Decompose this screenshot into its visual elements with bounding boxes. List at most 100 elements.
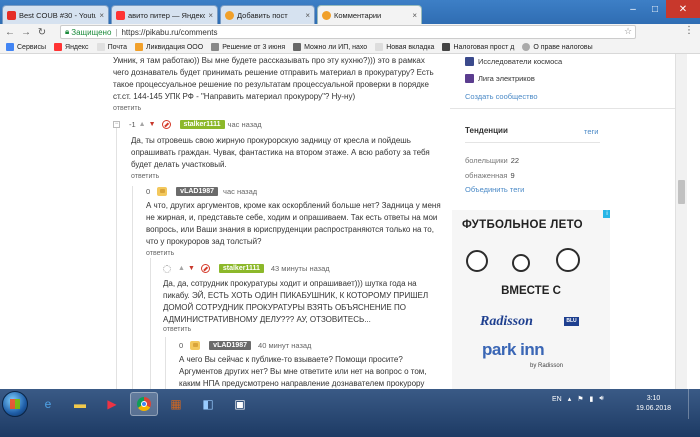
close-icon[interactable]: × [208,11,213,20]
media-icon[interactable]: ▶ [98,392,126,416]
bookmark-tax-rights[interactable]: О праве налоговы [522,43,593,51]
archive-icon[interactable]: ▦ [162,392,190,416]
reply-link[interactable]: ответить [113,105,141,112]
secure-label: Защищено [71,27,112,37]
bookmark-liquidation[interactable]: Ликвидация ООО [135,43,203,51]
create-community-link[interactable]: Создать сообщество [465,92,538,101]
ad-banner[interactable]: i ФУТБОЛЬНОЕ ЛЕТО ВМЕСТЕ С Radisson BLU … [452,210,610,389]
comment-time: час назад [223,187,258,196]
page-icon [211,43,220,51]
avatar [157,187,168,196]
bookmark-yandex[interactable]: Яндекс [54,43,89,51]
avatar [190,341,201,350]
comment-text: АДМИНИСТРАТИВНОМУ ДЕЛУ??? АУ, ОТЗОВИТЕСЬ… [163,315,371,324]
bookmark-label: Налоговая прост д [453,43,515,51]
close-icon[interactable]: × [99,11,104,20]
football-icon [556,248,580,272]
page-scrollbar[interactable] [675,54,687,389]
upvote-icon[interactable]: ▲ [178,265,185,272]
tag-count: 22 [510,156,520,165]
username-badge[interactable]: vLAD1987 [176,187,219,196]
upvote-icon[interactable]: ▲ [139,121,146,128]
ie-icon[interactable]: e [34,392,62,416]
divider [450,108,675,109]
show-desktop-button[interactable] [688,389,700,419]
close-icon[interactable]: × [305,11,310,20]
folder-icon[interactable]: ▬ [66,392,94,416]
volume-icon[interactable]: 🔊︎ [599,395,603,403]
thread-line [132,186,133,389]
username-badge[interactable]: stalker1111 [218,264,264,273]
collapse-button[interactable]: − [113,121,120,128]
apps-icon [6,43,14,51]
bookmark-new-tab[interactable]: Новая вкладка [375,43,434,51]
tab-yandex[interactable]: авито питер — Яндекс × [111,5,218,24]
comments-section: Умник, я там работаю)) Вы мне будете рас… [0,54,450,389]
flag-icon[interactable]: ⚑ [577,395,583,403]
block-icon[interactable] [200,264,210,273]
close-icon[interactable]: × [412,11,417,20]
tab-comments[interactable]: Комментарии × [317,5,422,24]
tray-arrow-icon[interactable]: ▴ [568,395,572,403]
comment-text: Аргументов других нет? Вы мне ответите и… [179,367,427,376]
tab-title: Добавить пост [237,10,288,20]
language-indicator[interactable]: EN [552,396,562,403]
bookmark-label: Яндекс [65,43,89,51]
downvote-icon[interactable]: ▼ [188,265,195,272]
start-button[interactable] [2,391,28,417]
bookmark-mail[interactable]: Почта [96,43,127,51]
comment-text: каким НПА предусмотрено направление дозн… [179,379,425,388]
comment-header: − -1 ▲ ▼ stalker1111 час назад [113,120,262,129]
page-content: Умник, я там работаю)) Вы мне будете рас… [0,54,700,389]
tab-youtube[interactable]: Best COUB #30 - Youtub × [2,5,109,24]
football-icon [512,254,530,272]
block-icon[interactable] [161,120,171,129]
comment-time: 43 минуты назад [270,264,330,273]
clock[interactable]: 3:10 19.06.2018 [636,394,671,414]
community-item[interactable]: Лига электриков [465,74,535,83]
bookmark-services[interactable]: Сервисы [6,43,46,51]
monitor-icon[interactable]: ◧ [194,392,222,416]
maximize-button[interactable]: □ [644,0,666,18]
username-badge[interactable]: vLAD1987 [209,341,252,350]
ad-title: ФУТБОЛЬНОЕ ЛЕТО [462,219,583,231]
back-icon[interactable]: ← [2,25,18,41]
network-icon[interactable]: ▮ [590,395,594,403]
reply-link[interactable]: ответить [163,326,191,333]
bookmark-decision[interactable]: Решение от 3 июня [211,43,285,51]
address-bar[interactable]: 🔒︎ Защищено | https://pikabu.ru/comments [60,25,636,39]
tags-link[interactable]: теги [584,127,598,136]
tab-add-post[interactable]: Добавить пост × [220,5,315,24]
scroll-thumb[interactable] [678,180,685,204]
comment-header: 0 vLAD1987 40 минут назад [179,341,311,350]
reply-link[interactable]: ответить [131,173,159,180]
forward-icon[interactable]: → [18,25,34,41]
community-item[interactable]: Исследователи космоса [465,57,562,66]
app-icon[interactable]: ▣ [226,392,254,416]
bookmark-ip[interactable]: Можно ли ИП, нахо [293,43,367,51]
window-close-button[interactable]: ✕ [666,0,700,18]
tag-name: обнаженная [465,171,508,180]
bookmark-label: Ликвидация ООО [146,43,204,51]
park-inn-by: by Radisson [530,363,564,369]
comment-text: не жирная, и, представьте себе, ходим и … [146,213,438,222]
tag-count: 9 [510,171,515,180]
username-badge[interactable]: stalker1111 [179,120,225,129]
tag-row[interactable]: обнаженная 9 [465,171,515,180]
comment-score: 0 [146,187,151,196]
menu-icon[interactable]: ⋮ [684,25,694,36]
football-icon [466,250,488,272]
reload-icon[interactable]: ↻ [34,25,50,41]
ad-info-icon[interactable]: i [603,210,610,218]
bookmark-tax[interactable]: Налоговая прост д [442,43,514,51]
tag-row[interactable]: болельщики 22 [465,156,519,165]
minimize-button[interactable]: – [622,0,644,18]
comment-score: -1 [129,120,136,129]
bookmark-star-icon[interactable]: ☆ [624,26,632,37]
downvote-icon[interactable]: ▼ [149,121,156,128]
community-label: Лига электриков [478,74,535,83]
chrome-icon[interactable] [130,392,158,416]
yandex-icon [116,10,125,20]
reply-link[interactable]: ответить [146,250,174,257]
merge-tags-link[interactable]: Объединить теги [465,185,524,194]
